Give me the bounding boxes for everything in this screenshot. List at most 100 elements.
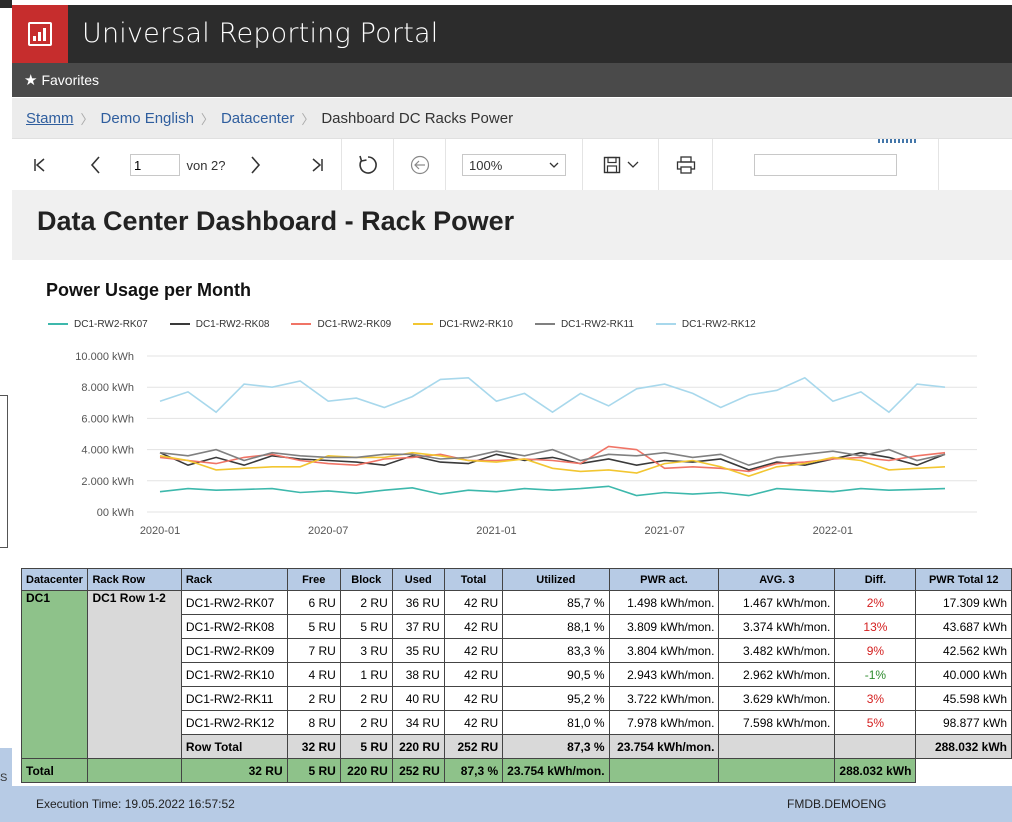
last-page-icon (312, 158, 323, 172)
utilized-cell: 95,2 % (502, 686, 610, 711)
breadcrumb-item-stamm[interactable]: Stamm (26, 110, 74, 127)
background-window-fragment (0, 0, 12, 8)
y-tick-label: 00 kWh (97, 507, 134, 519)
pwr12-cell: 45.598 kWh (915, 686, 1012, 711)
legend-item: DC1-RW2-RK08 (169, 319, 269, 330)
column-header: Total (443, 568, 504, 591)
utilized-cell: 81,0 % (502, 710, 610, 735)
free-cell: 7 RU (286, 638, 341, 663)
total-label: Total (20, 758, 89, 783)
pwr12-cell: 288.032 kWh (915, 734, 1012, 759)
grand-total-row: Total 32 RU 5 RU 220 RU 252 RU 87,3 % 23… (20, 758, 1012, 783)
rack-cell: DC1-RW2-RK12 (180, 710, 288, 735)
block-cell: 3 RU (339, 638, 393, 663)
breadcrumb-item-demo-english[interactable]: Demo English (101, 110, 194, 127)
legend-item: DC1-RW2-RK10 (413, 319, 513, 330)
pwr12-cell: 43.687 kWh (915, 614, 1012, 639)
rack-cell: DC1-RW2-RK10 (180, 662, 288, 687)
used-cell: 34 RU (391, 710, 445, 735)
rack-cell: DC1-RW2-RK08 (180, 614, 288, 639)
chart-title: Power Usage per Month (46, 280, 252, 300)
series-line-dc1-rw2-rk12 (159, 376, 946, 414)
save-export-button[interactable] (583, 139, 659, 191)
x-tick-label: 2021-07 (644, 525, 684, 537)
star-icon: ★ (24, 72, 38, 89)
used-cell: 38 RU (391, 662, 445, 687)
used-cell: 36 RU (391, 590, 445, 615)
pwr-cell: 3.804 kWh/mon. (608, 638, 720, 663)
legend-swatch (534, 323, 555, 325)
free-cell: 4 RU (286, 662, 341, 687)
column-header: Used (391, 568, 445, 591)
table-header-row: Datacenter Rack Row Rack Free Block Used… (20, 568, 1012, 591)
legend-swatch (413, 323, 434, 325)
background-window-fragment (0, 748, 12, 822)
favorites-bar[interactable]: ★ Favorites (12, 63, 1012, 97)
page-number-input[interactable] (130, 154, 180, 176)
rack-cell: DC1-RW2-RK07 (180, 590, 288, 615)
y-tick-label: 2.000 kWh (81, 476, 134, 488)
back-arrow-icon (410, 155, 429, 175)
diff-cell: 5% (834, 710, 917, 735)
column-header: Diff. (834, 568, 917, 591)
first-page-icon (34, 158, 45, 172)
x-tick-label: 2020-01 (140, 525, 180, 537)
background-text-fragment: S (0, 772, 8, 784)
breadcrumb-item-datacenter[interactable]: Datacenter (221, 110, 294, 127)
total-cell: 42 RU (443, 710, 504, 735)
zoom-select[interactable]: 100% (462, 154, 566, 176)
diff-cell: 2% (834, 590, 917, 615)
used-cell: 220 RU (339, 758, 393, 783)
y-tick-label: 4.000 kWh (81, 445, 134, 457)
legend-label: DC1-RW2-RK11 (560, 318, 634, 330)
free-cell: 5 RU (286, 614, 341, 639)
rack-cell: DC1-RW2-RK09 (180, 638, 288, 663)
legend-swatch (655, 323, 676, 325)
pwr12-cell: 42.562 kWh (915, 638, 1012, 663)
refresh-button[interactable] (342, 139, 394, 191)
pwr-cell: 2.943 kWh/mon. (608, 662, 720, 687)
pwr-cell: 3.809 kWh/mon. (608, 614, 720, 639)
last-page-button[interactable] (292, 139, 342, 191)
y-tick-label: 6.000 kWh (81, 413, 134, 425)
column-header: PWR Total 12 (915, 568, 1012, 591)
legend-label: DC1-RW2-RK09 (317, 318, 392, 330)
utilized-cell: 83,3 % (502, 638, 610, 663)
refresh-icon (358, 155, 377, 174)
free-cell: 32 RU (286, 734, 341, 759)
avg-cell (718, 734, 836, 759)
chart-legend: DC1-RW2-RK07 DC1-RW2-RK08 DC1-RW2-RK09 D… (48, 316, 778, 332)
favorites-label: Favorites (41, 72, 100, 88)
table-row: DC1 DC1 Row 1-2 DC1-RW2-RK07 6 RU 2 RU 3… (20, 590, 1012, 759)
total-cell: 252 RU (391, 758, 445, 783)
diff-cell (834, 734, 917, 759)
breadcrumb-current: Dashboard DC Racks Power (321, 109, 514, 127)
total-cell: 42 RU (443, 662, 504, 687)
diff-cell: 9% (834, 638, 917, 663)
previous-page-button[interactable] (78, 139, 114, 191)
block-cell: 5 RU (339, 614, 393, 639)
chevron-left-icon (90, 156, 100, 174)
power-line-chart: 10.000 kWh 8.000 kWh 6.000 kWh 4.000 kWh 2.0… (75, 351, 977, 537)
report-footer: Execution Time: 19.05.2022 16:57:52 FMDB… (12, 786, 1012, 822)
save-icon (603, 156, 620, 174)
avg-cell: 1.467 kWh/mon. (718, 590, 836, 615)
back-button[interactable] (394, 139, 446, 191)
pwr12-cell: 98.877 kWh (915, 710, 1012, 735)
next-page-button[interactable] (238, 139, 272, 191)
x-tick-label: 2020-07 (308, 525, 348, 537)
free-cell: 2 RU (286, 686, 341, 711)
search-input[interactable] (754, 154, 897, 176)
y-tick-label: 10.000 kWh (75, 351, 134, 363)
app-logo-icon[interactable] (12, 5, 68, 63)
printer-icon (676, 156, 695, 174)
print-button[interactable] (659, 139, 713, 191)
avg-cell (608, 758, 720, 783)
first-page-button[interactable] (22, 139, 58, 191)
pwr-cell: 23.754 kWh/mon. (608, 734, 720, 759)
column-header: AVG. 3 (718, 568, 836, 591)
legend-label: DC1-RW2-RK10 (439, 318, 513, 330)
block-cell: 2 RU (339, 590, 393, 615)
diff-cell: 3% (834, 686, 917, 711)
legend-item: DC1-RW2-RK07 (48, 319, 148, 330)
